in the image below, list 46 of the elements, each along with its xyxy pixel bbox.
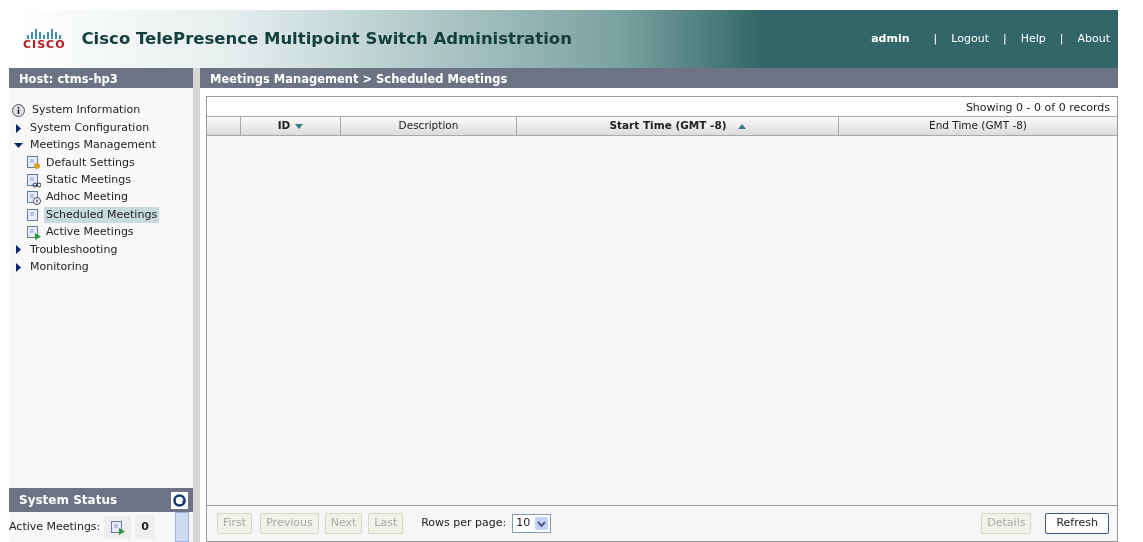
collapsed-triangle-icon[interactable] — [14, 245, 23, 255]
separator: | — [933, 30, 938, 47]
record-summary: Showing 0 - 0 of 0 records — [965, 101, 1110, 114]
nav-item[interactable]: Adhoc Meeting — [44, 189, 130, 206]
collapsed-triangle-icon[interactable] — [14, 123, 23, 133]
page-icon — [26, 207, 41, 223]
nav-item[interactable]: Meetings Management — [28, 137, 159, 154]
column-header[interactable]: ID — [241, 117, 341, 135]
nav-item[interactable]: Troubleshooting — [28, 241, 120, 259]
expanded-triangle-icon[interactable] — [14, 140, 23, 150]
action-button[interactable]: Refresh — [1045, 513, 1109, 534]
rows-select[interactable]: 10 — [512, 514, 552, 533]
status-value: 0 — [135, 514, 155, 540]
page-link-icon — [26, 172, 41, 188]
column-header[interactable]: Start Time (GMT -8) — [517, 117, 839, 135]
user-name: admin — [871, 30, 910, 47]
rows-label: Rows per page: — [421, 515, 507, 532]
nav-item[interactable]: Scheduled Meetings — [44, 206, 160, 224]
app-title: Cisco TelePresence Multipoint Switch Administration — [81, 27, 572, 50]
header-link[interactable]: Help — [1020, 30, 1046, 48]
breadcrumb-bar: Meetings Management > Scheduled Meetings — [200, 68, 1118, 88]
nav-item[interactable]: System Information — [30, 102, 143, 119]
separator: | — [1002, 30, 1007, 47]
nav-item[interactable]: Default Settings — [44, 154, 137, 172]
column-header[interactable]: End Time (GMT -8) — [839, 117, 1117, 135]
separator: | — [1059, 30, 1064, 47]
meeting-play-icon — [110, 519, 126, 535]
column-header[interactable]: Description — [341, 117, 517, 135]
page-gear-icon — [26, 155, 41, 171]
status-label: Active Meetings: — [9, 518, 101, 535]
collapsed-triangle-icon[interactable] — [14, 262, 23, 272]
logo-text: CISCO — [23, 39, 66, 50]
header-link[interactable]: Logout — [951, 30, 989, 48]
header-link[interactable]: About — [1077, 30, 1110, 48]
nav-item[interactable]: Static Meetings — [44, 172, 134, 189]
info-icon — [12, 104, 25, 118]
nav-item[interactable]: Active Meetings — [44, 224, 136, 241]
refresh-icon — [171, 491, 188, 509]
page-person-icon — [26, 190, 41, 206]
host-label: Host: ctms-hp3 — [9, 68, 193, 88]
nav-item[interactable]: System Configuration — [28, 119, 152, 137]
scrollbar — [175, 512, 189, 542]
page-play-icon — [26, 224, 41, 240]
panel-title: System Status — [19, 492, 118, 509]
logo-bars-icon — [25, 28, 63, 39]
nav-item[interactable]: Monitoring — [28, 258, 91, 276]
